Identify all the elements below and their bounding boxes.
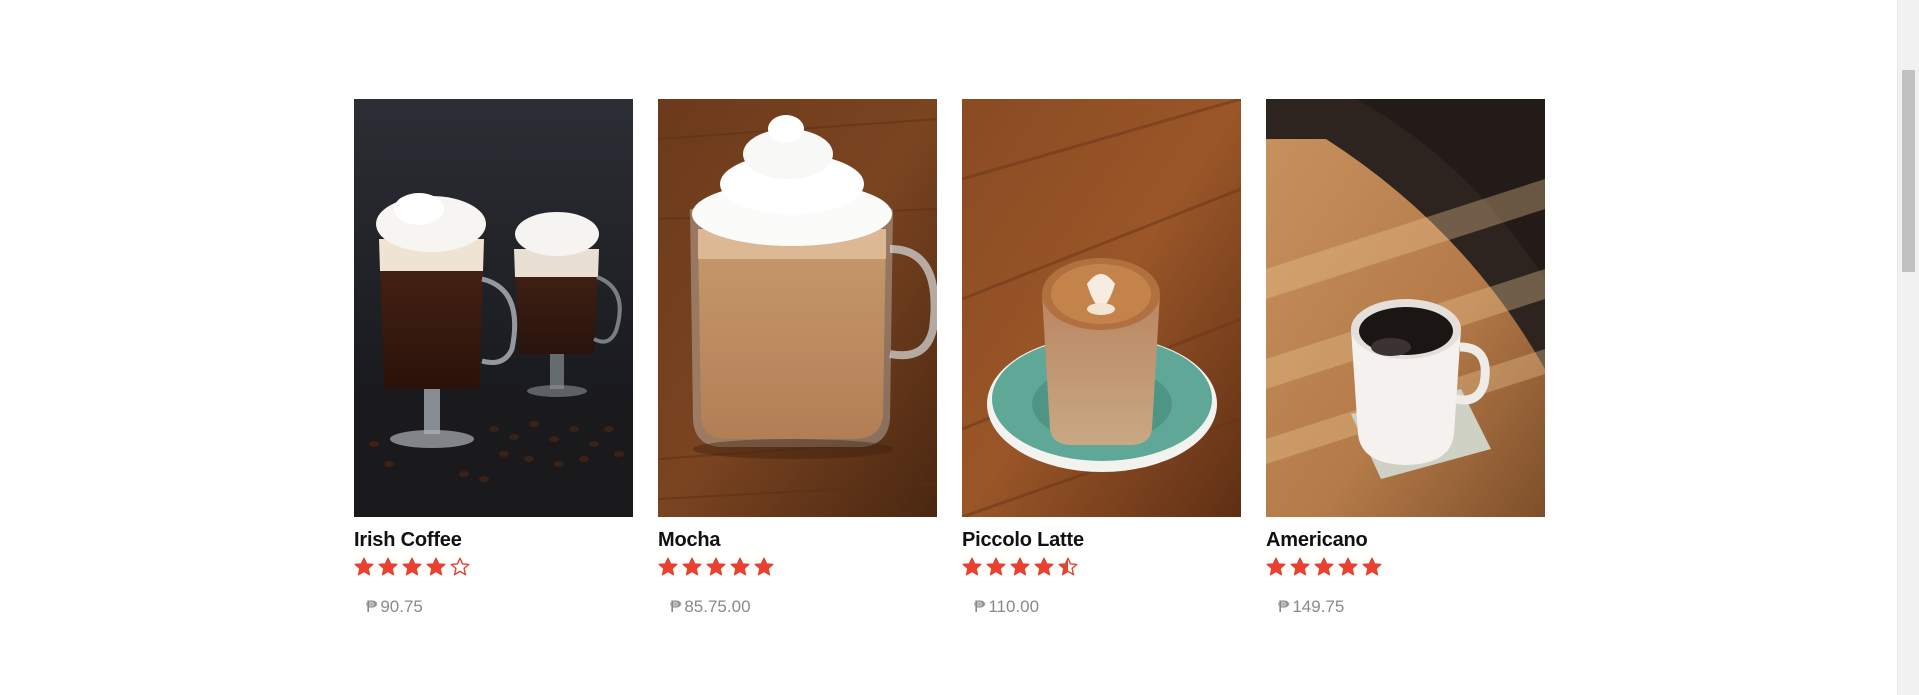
price-value: 85.75.00 — [684, 597, 751, 616]
star-full-icon — [426, 557, 446, 576]
currency-symbol: ₱ — [670, 597, 682, 616]
product-name[interactable]: Piccolo Latte — [962, 529, 1241, 551]
star-half-icon — [1058, 557, 1078, 576]
star-full-icon — [402, 557, 422, 576]
price-value: 149.75 — [1292, 597, 1345, 616]
currency-symbol: ₱ — [974, 597, 986, 616]
star-full-icon — [754, 557, 774, 576]
product-image[interactable] — [1266, 99, 1545, 517]
irish-coffee-photo — [354, 99, 633, 517]
product-grid: Irish Coffee ₱ 90.75 Mocha ₱ 85.75.00 Pi… — [354, 99, 1545, 617]
star-full-icon — [962, 557, 982, 576]
product-price: ₱ 149.75 — [1278, 597, 1545, 617]
star-full-icon — [1266, 557, 1286, 576]
product-card[interactable]: Americano ₱ 149.75 — [1266, 99, 1545, 617]
currency-symbol: ₱ — [366, 597, 378, 616]
price-value: 90.75 — [380, 597, 423, 616]
star-full-icon — [1290, 557, 1310, 576]
product-image[interactable] — [962, 99, 1241, 517]
scrollbar-thumb[interactable] — [1902, 70, 1915, 272]
star-full-icon — [682, 557, 702, 576]
price-value: 110.00 — [988, 597, 1040, 616]
product-image[interactable] — [658, 99, 937, 517]
product-price: ₱ 90.75 — [366, 597, 633, 617]
star-full-icon — [706, 557, 726, 576]
star-full-icon — [1010, 557, 1030, 576]
star-full-icon — [1362, 557, 1382, 576]
product-price: ₱ 85.75.00 — [670, 597, 937, 617]
star-full-icon — [378, 557, 398, 576]
product-name[interactable]: Americano — [1266, 529, 1545, 551]
product-card[interactable]: Piccolo Latte ₱ 110.00 — [962, 99, 1241, 617]
star-full-icon — [658, 557, 678, 576]
rating-stars — [962, 557, 1241, 577]
vertical-scrollbar[interactable] — [1897, 0, 1919, 695]
product-card[interactable]: Irish Coffee ₱ 90.75 — [354, 99, 633, 617]
piccolo-latte-photo — [962, 99, 1241, 517]
americano-photo — [1266, 99, 1545, 517]
product-name[interactable]: Irish Coffee — [354, 529, 633, 551]
star-full-icon — [986, 557, 1006, 576]
star-full-icon — [1338, 557, 1358, 576]
star-full-icon — [1034, 557, 1054, 576]
rating-stars — [1266, 557, 1545, 577]
product-name[interactable]: Mocha — [658, 529, 937, 551]
star-full-icon — [730, 557, 750, 576]
product-price: ₱ 110.00 — [974, 597, 1241, 617]
star-full-icon — [1314, 557, 1334, 576]
currency-symbol: ₱ — [1278, 597, 1290, 616]
rating-stars — [354, 557, 633, 577]
product-card[interactable]: Mocha ₱ 85.75.00 — [658, 99, 937, 617]
product-image[interactable] — [354, 99, 633, 517]
rating-stars — [658, 557, 937, 577]
star-empty-icon — [450, 557, 470, 576]
mocha-photo — [658, 99, 937, 517]
star-full-icon — [354, 557, 374, 576]
